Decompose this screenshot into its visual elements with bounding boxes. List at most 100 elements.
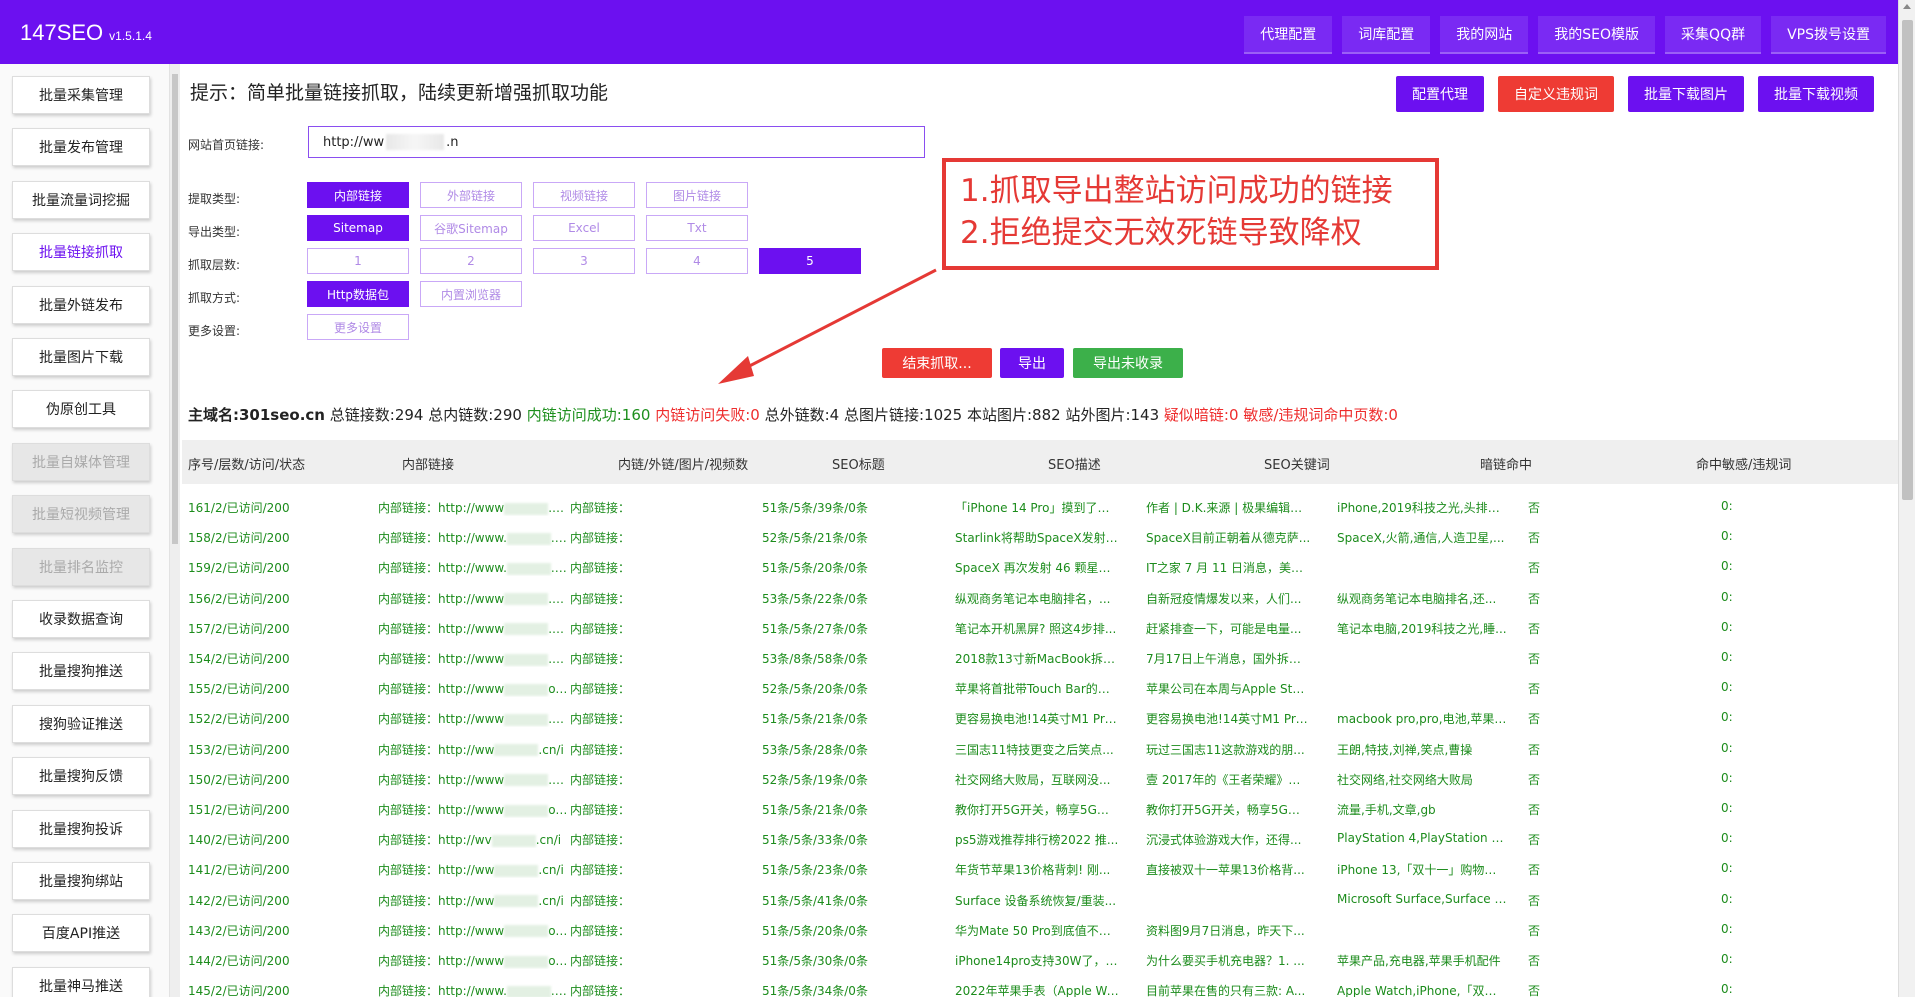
table-row[interactable]: 140/2/已访问/200 内部链接：http://wv .cn/i 内部链接： 51条… (182, 824, 1898, 854)
sidebar-item-3[interactable]: 批量链接抓取 (12, 233, 150, 272)
export-txt-option[interactable]: Txt (646, 215, 748, 241)
table-row[interactable]: 151/2/已访问/200 内部链接：http://www o.cn/i内部链接： 5… (182, 794, 1898, 824)
domain-label: 主域名: (188, 406, 239, 424)
topnav-item-3[interactable]: 我的SEO模版 (1538, 16, 1656, 54)
download-videos-button[interactable]: 批量下载视频 (1758, 76, 1874, 112)
col-dark-link: 暗链命中 (1480, 458, 1533, 473)
configure-proxy-button[interactable]: 配置代理 (1396, 76, 1484, 112)
cell-sensitive-hit: 0: (1721, 801, 1733, 815)
topnav-item-4[interactable]: 采集QQ群 (1665, 16, 1762, 54)
table-row[interactable]: 159/2/已访问/200 内部链接：http://www. .cn/i内部链接： 5… (182, 552, 1898, 582)
export-excel-option[interactable]: Excel (533, 215, 635, 241)
more-settings-button[interactable]: 更多设置 (307, 314, 409, 340)
cell-sensitive-hit: 0: (1721, 891, 1733, 906)
cell-seo-desc: IT之家 7 月 11 日消息，美国... (1146, 561, 1311, 576)
cell-seo-keywords: iPhone 13,「双十一」购物狂... (1337, 863, 1507, 878)
scroll-up-icon[interactable] (1903, 4, 1911, 9)
cell-dark-link: 否 (1528, 742, 1541, 757)
extract-video-option[interactable]: 视频链接 (533, 182, 635, 208)
extract-external-option[interactable]: 外部链接 (420, 182, 522, 208)
link-suffix: .cn/i (548, 712, 568, 727)
extract-internal-option[interactable]: 内部链接 (307, 182, 409, 208)
link-suffix: .cn/i (538, 893, 564, 908)
table-row[interactable]: 153/2/已访问/200 内部链接：http://ww .cn/i 内部链接： 53条… (182, 734, 1898, 764)
sidebar-item-12[interactable]: 搜狗验证推送 (12, 704, 150, 743)
sidebar-item-13[interactable]: 批量搜狗反馈 (12, 757, 150, 796)
window-scrollbar[interactable] (1898, 0, 1915, 997)
sidebar-item-11[interactable]: 批量搜狗推送 (12, 652, 150, 691)
link-suffix: o.cn/i (548, 803, 568, 817)
topnav-item-1[interactable]: 词库配置 (1342, 16, 1431, 54)
export-button[interactable]: 导出 (1000, 348, 1064, 378)
sidebar-item-17[interactable]: 批量神马推送 (12, 966, 150, 997)
sidebar-item-0[interactable]: 批量采集管理 (12, 76, 150, 114)
link-prefix: 内部链接：http://www (378, 591, 505, 606)
table-row[interactable]: 152/2/已访问/200 内部链接：http://www .cn/i内部链接： 51… (182, 703, 1898, 733)
sidebar-item-6[interactable]: 伪原创工具 (12, 390, 150, 429)
sidebar-item-2[interactable]: 批量流量词挖掘 (12, 180, 150, 219)
export-sitemap-option[interactable]: Sitemap (307, 215, 409, 241)
cell-seo-title: 纵观商务笔记本电脑排名，... (955, 591, 1111, 606)
table-row[interactable]: 154/2/已访问/200 内部链接：http://www .cn/i内部链接： 53… (182, 643, 1898, 673)
table-row[interactable]: 141/2/已访问/200 内部链接：http://ww .cn/i 内部链接： 51条… (182, 854, 1898, 884)
cell-internal-link: 内部链接：http://www .cn/i (378, 650, 568, 667)
link-redaction (494, 895, 539, 908)
custom-rules-button[interactable]: 自定义违规词 (1498, 76, 1614, 112)
cell-seo-title: 三国志11特技更变之后笑点... (955, 742, 1114, 757)
link-prefix: 内部链接：http://www (378, 621, 505, 636)
sidebar-scrollbar-thumb[interactable] (172, 74, 178, 544)
download-images-button[interactable]: 批量下载图片 (1628, 76, 1744, 112)
link-prefix: 内部链接：http://www (378, 501, 505, 515)
cell-dark-link: 否 (1528, 803, 1541, 817)
cell-seo-desc: 更容易换电池!14英寸M1 Pro ... (1146, 712, 1311, 727)
sidebar-item-4[interactable]: 批量外链发布 (12, 285, 150, 324)
stop-crawl-button[interactable]: 结束抓取... (882, 348, 992, 378)
table-row[interactable]: 143/2/已访问/200 内部链接：http://www o.cn/i内部链接： 5… (182, 915, 1898, 945)
domain-value: 301seo.cn (239, 406, 325, 424)
stat-sensitive: 敏感/违规词命中页数:0 (1243, 406, 1398, 424)
cell-internal-text: 内部链接： (570, 652, 631, 666)
stat-dark-links: 疑似暗链:0 (1163, 406, 1239, 424)
cell-dark-link: 否 (1528, 531, 1541, 546)
link-suffix: .cn/i (548, 621, 568, 636)
topnav-item-2[interactable]: 我的网站 (1440, 16, 1529, 54)
scrollbar-thumb[interactable] (1902, 20, 1913, 500)
cell-dark-link: 否 (1528, 984, 1541, 997)
extract-image-option[interactable]: 图片链接 (646, 182, 748, 208)
topnav-item-0[interactable]: 代理配置 (1244, 16, 1333, 54)
sidebar-item-5[interactable]: 批量图片下载 (12, 338, 150, 376)
method-http-option[interactable]: Http数据包 (307, 281, 409, 307)
export-unindexed-button[interactable]: 导出未收录 (1073, 348, 1183, 378)
sidebar-item-16[interactable]: 百度API推送 (12, 914, 150, 953)
sidebar-item-15[interactable]: 批量搜狗绑站 (12, 862, 150, 900)
cell-dark-link: 否 (1528, 561, 1541, 576)
cell-internal-link: 内部链接：http://www. .cn/i (378, 559, 568, 576)
depth-option-2[interactable]: 2 (420, 248, 522, 274)
table-row[interactable]: 157/2/已访问/200 内部链接：http://www .cn/i内部链接： 51… (182, 613, 1898, 643)
cell-seo-title: 教你打开5G开关，畅享5G速... (955, 803, 1120, 817)
table-row[interactable]: 150/2/已访问/200 内部链接：http://www .cn/i内部链接： 52… (182, 764, 1898, 794)
topnav-item-5[interactable]: VPS拨号设置 (1771, 16, 1886, 54)
table-row[interactable]: 144/2/已访问/200 内部链接：http://www o.cn/i内部链接： 5… (182, 945, 1898, 975)
table-row[interactable]: 145/2/已访问/200 内部链接：http://www. .cn/i内部链接： 5… (182, 975, 1898, 997)
table-row[interactable]: 161/2/已访问/200 内部链接：http://www .cn/i内部链接： 51… (182, 492, 1898, 522)
depth-option-1[interactable]: 1 (307, 248, 409, 274)
cell-sensitive-hit: 0: (1721, 619, 1733, 634)
cell-index: 150/2/已访问/200 (188, 772, 290, 787)
cell-seo-title: 更容易换电池!14英寸M1 Pro ... (955, 712, 1120, 727)
export-google-sitemap-option[interactable]: 谷歌Sitemap (420, 215, 522, 241)
table-row[interactable]: 156/2/已访问/200 内部链接：http://www .cn/i内部链接： 53… (182, 583, 1898, 613)
link-suffix: .cn/i (550, 531, 568, 546)
table-row[interactable]: 158/2/已访问/200 内部链接：http://www. .cn/i内部链接： 5… (182, 522, 1898, 552)
cell-internal-text: 内部链接： (570, 893, 631, 908)
cell-seo-desc: 苹果公司在本周与Apple Stor... (1146, 682, 1311, 697)
sidebar-item-14[interactable]: 批量搜狗投诉 (12, 809, 150, 848)
site-url-input[interactable]: http://ww .n (308, 126, 925, 158)
table-row[interactable]: 142/2/已访问/200 内部链接：http://ww .cn/i 内部链接： 51条… (182, 885, 1898, 915)
depth-option-3[interactable]: 3 (533, 248, 635, 274)
method-browser-option[interactable]: 内置浏览器 (420, 281, 522, 307)
sidebar-item-1[interactable]: 批量发布管理 (12, 128, 150, 167)
sidebar-item-10[interactable]: 收录数据查询 (12, 600, 150, 638)
table-row[interactable]: 155/2/已访问/200 内部链接：http://www o.cn/i内部链接： 5… (182, 673, 1898, 703)
sidebar-scrollbar[interactable] (170, 64, 180, 997)
